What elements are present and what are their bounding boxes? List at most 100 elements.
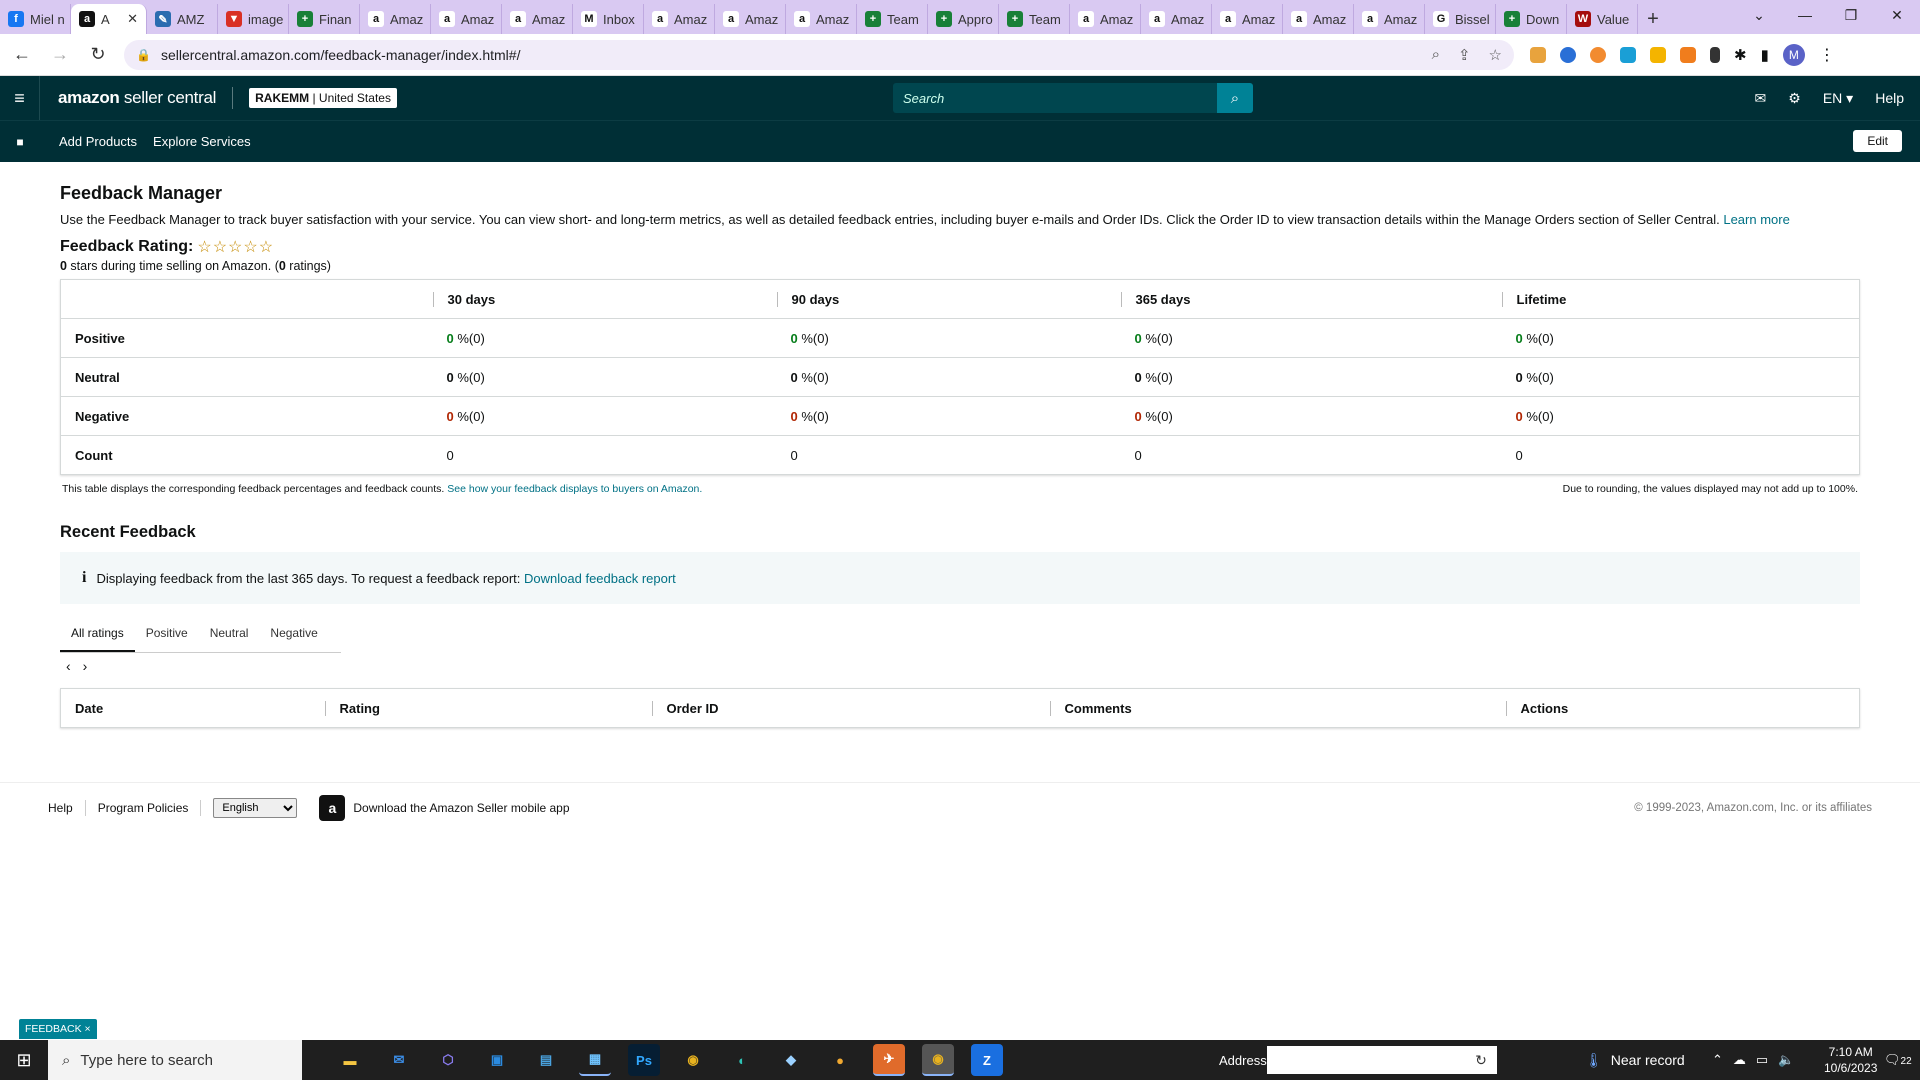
menu-kebab-icon[interactable]: ⋮ [1819, 45, 1835, 65]
col-header-rating[interactable]: Rating [324, 700, 380, 716]
hamburger-menu-icon[interactable]: ≡ [0, 76, 40, 120]
close-window-icon[interactable]: ✕ [1874, 0, 1920, 30]
col-header-date[interactable]: Date [61, 689, 325, 728]
address-toolbar-input[interactable] [1267, 1046, 1497, 1074]
chrome-profile-icon[interactable]: ◉ [922, 1044, 954, 1076]
browser-tab[interactable]: a Amaz [786, 4, 857, 34]
extension-icon[interactable] [1710, 46, 1720, 63]
footer-help-link[interactable]: Help [48, 801, 73, 815]
search-icon[interactable]: ⌕ [1217, 83, 1253, 113]
forward-icon[interactable]: → [44, 39, 76, 71]
browser-tab[interactable]: a Amaz [715, 4, 786, 34]
calculator-icon[interactable]: ▦ [579, 1044, 611, 1076]
extension-icon[interactable] [1590, 46, 1606, 63]
browser-tab[interactable]: a A ✕ [71, 4, 147, 34]
gear-icon[interactable]: ⚙ [1788, 90, 1801, 107]
new-tab-icon[interactable]: + [1638, 4, 1668, 34]
edit-button[interactable]: Edit [1853, 130, 1902, 152]
browser-tab[interactable]: a Amaz [360, 4, 431, 34]
footer-language-select[interactable]: English [213, 797, 298, 818]
browser-tab[interactable]: a Amaz [1212, 4, 1283, 34]
feedback-tab-button[interactable]: FEEDBACK × [19, 1019, 97, 1039]
tab-neutral[interactable]: Neutral [199, 616, 260, 652]
sidepanel-icon[interactable]: ▮ [1761, 46, 1769, 64]
app-icon[interactable]: ▤ [530, 1044, 562, 1076]
edge-icon[interactable]: ◐ [726, 1044, 758, 1076]
browser-tab[interactable]: + Down [1496, 4, 1567, 34]
program-policies-link[interactable]: Program Policies [98, 801, 189, 815]
download-report-link[interactable]: Download feedback report [524, 571, 676, 586]
browser-tab[interactable]: + Appro [928, 4, 999, 34]
zoom-icon[interactable]: ⌕ [1432, 46, 1440, 64]
windows-start-icon[interactable]: ⊞ [0, 1040, 48, 1080]
add-products-link[interactable]: Add Products [59, 134, 137, 149]
taskbar-search[interactable]: ⌕ Type here to search [48, 1040, 302, 1080]
volume-icon[interactable]: 🔈 [1778, 1052, 1794, 1068]
chevron-right-icon[interactable]: › [83, 658, 88, 674]
minimize-icon[interactable]: — [1782, 0, 1828, 30]
notification-icon[interactable]: 🗨22 [1884, 1052, 1912, 1068]
tab-search-icon[interactable]: ⌄ [1736, 0, 1782, 30]
app-icon[interactable]: ◆ [775, 1044, 807, 1076]
tab-all-ratings[interactable]: All ratings [60, 616, 135, 652]
chevron-left-icon[interactable]: ‹ [66, 658, 71, 674]
search-input[interactable] [893, 83, 1217, 113]
mail-app-icon[interactable]: ✉ [383, 1044, 415, 1076]
reload-icon[interactable]: ↻ [82, 39, 114, 71]
browser-tab[interactable]: a Amaz [644, 4, 715, 34]
store-icon[interactable]: ▣ [481, 1044, 513, 1076]
profile-avatar[interactable]: M [1782, 43, 1805, 66]
browser-tab[interactable]: a Amaz [1070, 4, 1141, 34]
browser-tab[interactable]: a Amaz [502, 4, 573, 34]
extension-icon[interactable] [1530, 46, 1546, 63]
bookmark-icon[interactable]: ■ [0, 135, 40, 149]
chrome-icon[interactable]: ◉ [677, 1044, 709, 1076]
extension-icon[interactable] [1620, 46, 1636, 63]
app-icon[interactable]: ● [824, 1044, 856, 1076]
browser-tab[interactable]: a Amaz [431, 4, 502, 34]
browser-tab[interactable]: M Inbox [573, 4, 644, 34]
mail-icon[interactable]: ✉ [1755, 90, 1767, 107]
file-explorer-icon[interactable]: ▬ [334, 1044, 366, 1076]
browser-tab[interactable]: ✎ AMZ [147, 4, 218, 34]
bookmark-star-icon[interactable]: ☆ [1489, 46, 1502, 64]
browser-tab[interactable]: f Miel n [0, 4, 71, 34]
zoom-app-icon[interactable]: Z [971, 1044, 1003, 1076]
download-app-link[interactable]: Download the Amazon Seller mobile app [353, 801, 569, 815]
browser-tab[interactable]: a Amaz [1283, 4, 1354, 34]
back-icon[interactable]: ← [6, 39, 38, 71]
tab-close-icon[interactable]: ✕ [127, 11, 138, 27]
share-icon[interactable]: ⇪ [1458, 46, 1471, 64]
store-switcher[interactable]: RAKEMM | United States [249, 88, 397, 108]
tab-negative[interactable]: Negative [259, 616, 328, 652]
extension-icon[interactable] [1650, 46, 1666, 63]
explore-services-link[interactable]: Explore Services [153, 134, 251, 149]
refresh-icon[interactable]: ↻ [1465, 1046, 1497, 1074]
network-icon[interactable]: ▭ [1756, 1052, 1768, 1068]
extension-icon[interactable] [1680, 46, 1696, 63]
tab-positive[interactable]: Positive [135, 616, 199, 652]
taskbar-clock[interactable]: 7:10 AM 10/6/2023 [1824, 1044, 1877, 1076]
extension-icon[interactable] [1560, 46, 1576, 63]
col-header-comments[interactable]: Comments [1049, 700, 1132, 716]
browser-tab[interactable]: a Amaz [1354, 4, 1425, 34]
col-header-actions[interactable]: Actions [1505, 700, 1569, 716]
chevron-up-icon[interactable]: ⌃ [1712, 1052, 1723, 1068]
app-icon[interactable]: ⬡ [432, 1044, 464, 1076]
browser-tab[interactable]: + Team [857, 4, 928, 34]
learn-more-link[interactable]: Learn more [1723, 212, 1789, 227]
cloud-icon[interactable]: ☁ [1733, 1052, 1746, 1068]
browser-tab[interactable]: W Value [1567, 4, 1638, 34]
browser-tab[interactable]: a Amaz [1141, 4, 1212, 34]
puzzle-icon[interactable]: ✱ [1734, 46, 1747, 64]
address-bar[interactable]: 🔒 sellercentral.amazon.com/feedback-mana… [124, 39, 1514, 70]
restore-icon[interactable]: ❐ [1828, 0, 1874, 30]
photoshop-icon[interactable]: Ps [628, 1044, 660, 1076]
browser-tab[interactable]: + Finan [289, 4, 360, 34]
app-icon[interactable]: ✈ [873, 1044, 905, 1076]
col-header-order-id[interactable]: Order ID [651, 700, 719, 716]
seller-app-icon[interactable]: a [319, 794, 346, 821]
browser-tab[interactable]: ▼ image [218, 4, 289, 34]
browser-tab[interactable]: G Bissel [1425, 4, 1496, 34]
browser-tab[interactable]: + Team [999, 4, 1070, 34]
